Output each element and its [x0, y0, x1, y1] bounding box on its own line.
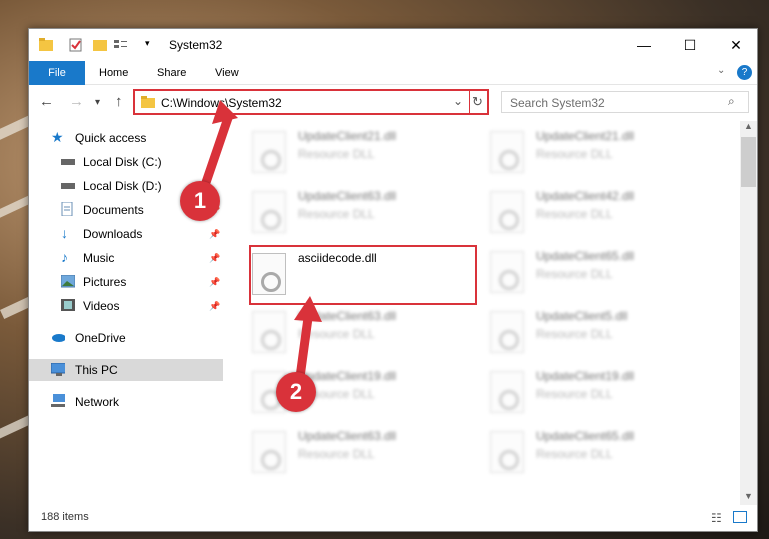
callout-badge-1: 1 — [180, 181, 220, 221]
arrow-2-head — [294, 296, 322, 322]
annotation-overlay — [195, 100, 322, 397]
arrow-1-head — [212, 100, 238, 124]
callout-badge-2: 2 — [276, 372, 316, 412]
